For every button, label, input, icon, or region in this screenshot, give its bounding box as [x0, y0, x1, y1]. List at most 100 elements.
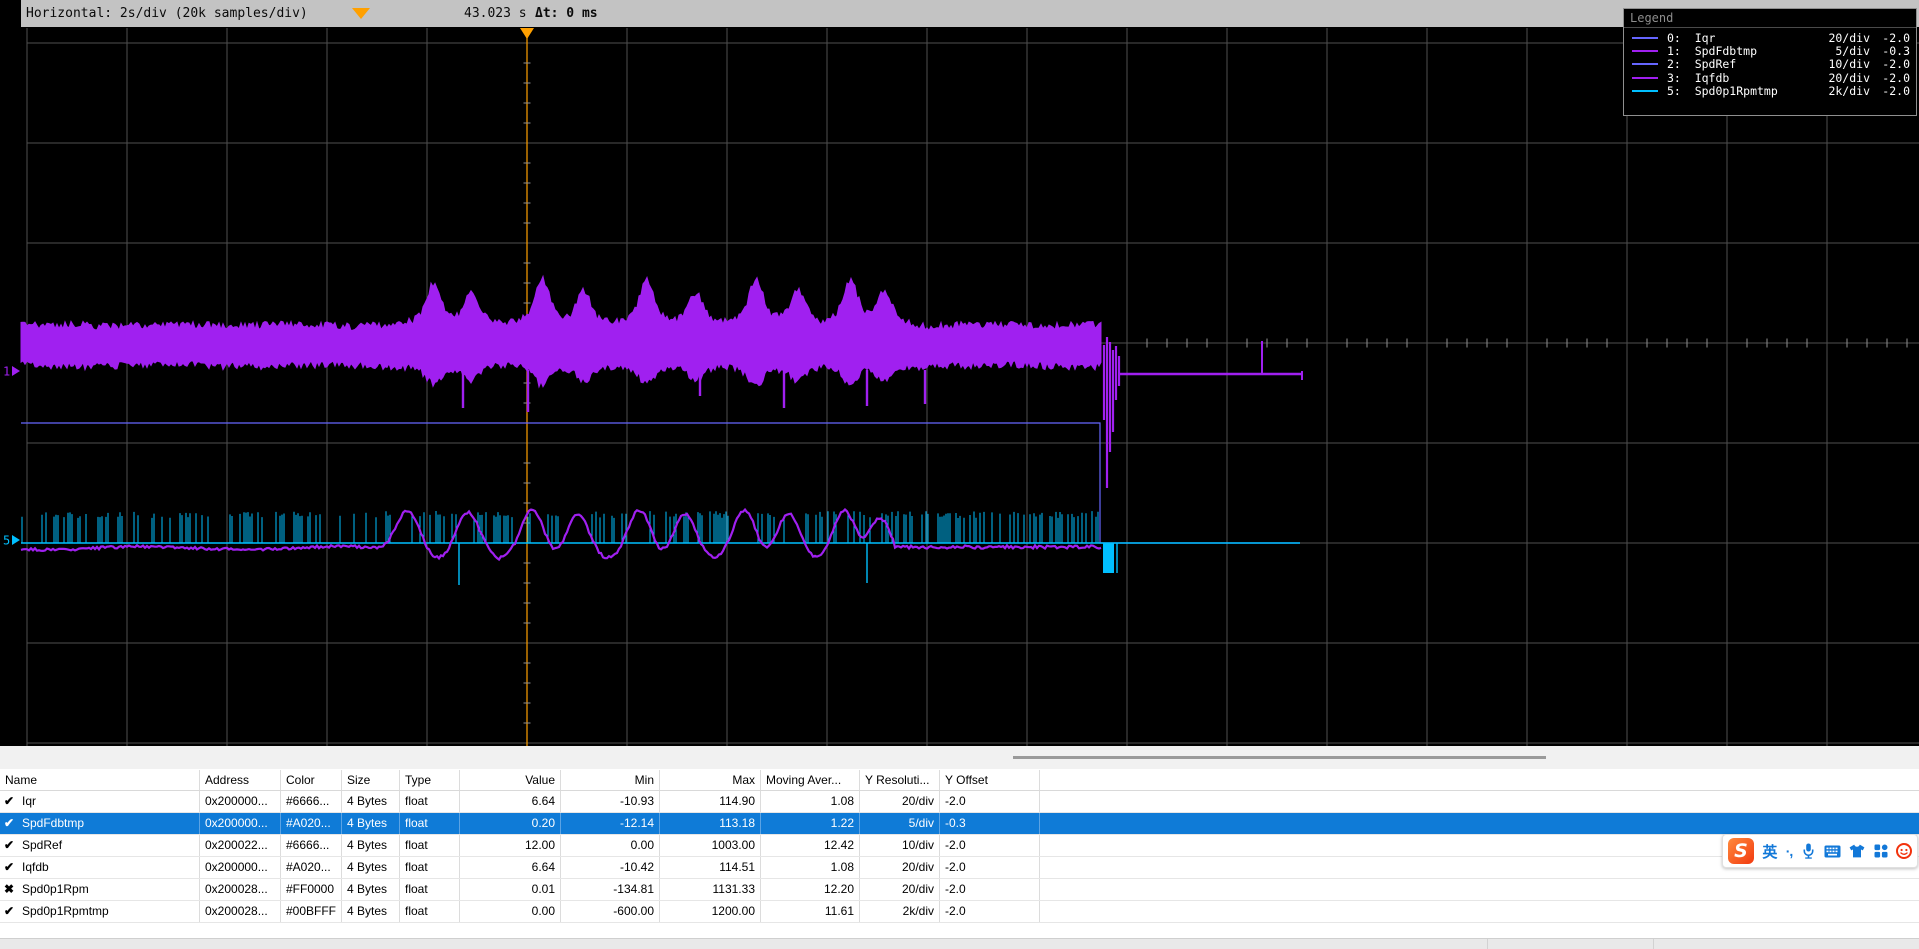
cell-value: 6.64 [460, 857, 561, 878]
cell-yres: 20/div [860, 857, 940, 878]
legend-panel[interactable]: Legend 0: Iqr20/div-2.01: SpdFdbtmp5/div… [1623, 8, 1917, 116]
grid-lines [27, 28, 1919, 746]
cell-value: 0.00 [460, 901, 561, 922]
cell-mavg: 1.08 [761, 857, 860, 878]
ime-punctuation-button[interactable]: ·, [1786, 843, 1793, 859]
sogou-logo-icon[interactable]: S [1728, 838, 1754, 864]
legend-item[interactable]: 2: SpdRef10/div-2.0 [1630, 58, 1910, 71]
cell-yoff: -2.0 [940, 835, 1040, 856]
cell-yoff: -2.0 [940, 879, 1040, 900]
ime-toolbar[interactable]: S 英 ·, [1722, 834, 1918, 868]
cell-color: #6666... [281, 835, 342, 856]
table-row-SpdFdbtmp[interactable]: ✔SpdFdbtmp0x200000...#A020...4 Bytesfloa… [0, 813, 1919, 835]
unchecked-icon[interactable]: ✖ [4, 879, 18, 900]
keyboard-icon[interactable] [1824, 845, 1841, 858]
table-row-Spd0p1Rpmtmp[interactable]: ✔Spd0p1Rpmtmp0x200028...#00BFFF4 Bytesfl… [0, 901, 1919, 923]
checked-icon[interactable]: ✔ [4, 857, 18, 878]
legend-item-label: 3: Iqfdb [1667, 71, 1812, 85]
cell-address: 0x200028... [200, 901, 281, 922]
legend-item[interactable]: 1: SpdFdbtmp5/div-0.3 [1630, 44, 1910, 57]
table-row-Iqr[interactable]: ✔Iqr0x200000...#6666...4 Bytesfloat6.64-… [0, 791, 1919, 813]
toolbox-grid-icon[interactable] [1874, 844, 1888, 858]
legend-item[interactable]: 5: Spd0p1Rpmtmp2k/div-2.0 [1630, 85, 1910, 98]
scrollbar-handle[interactable] [1013, 756, 1546, 759]
column-header-value[interactable]: Value [460, 770, 561, 790]
column-header-address[interactable]: Address [200, 770, 281, 790]
trigger-marker-icon[interactable] [352, 8, 370, 19]
checked-icon[interactable]: ✔ [4, 791, 18, 812]
legend-item-label: 2: SpdRef [1667, 57, 1812, 71]
watch-table-header: NameAddressColorSizeTypeValueMinMaxMovin… [0, 770, 1919, 791]
cell-address: 0x200022... [200, 835, 281, 856]
table-row-Iqfdb[interactable]: ✔Iqfdb0x200000...#A020...4 Bytesfloat6.6… [0, 857, 1919, 879]
status-bar-divider [1487, 939, 1488, 949]
column-header-type[interactable]: Type [400, 770, 460, 790]
legend-item-offset: -2.0 [1870, 31, 1910, 45]
column-header-name[interactable]: Name [0, 770, 200, 790]
trace-spdfdbtmp [21, 510, 1101, 560]
cell-size: 4 Bytes [342, 901, 400, 922]
channel-markers: 15 [3, 365, 20, 548]
legend-item-label: 0: Iqr [1667, 31, 1812, 45]
emoji-icon[interactable] [1896, 843, 1912, 859]
cell-address: 0x200000... [200, 791, 281, 812]
legend-item-scale: 2k/div [1812, 84, 1870, 98]
column-header-yoff[interactable]: Y Offset [940, 770, 1040, 790]
cell-yoff: -2.0 [940, 791, 1040, 812]
legend-body: 0: Iqr20/div-2.01: SpdFdbtmp5/div-0.32: … [1624, 28, 1916, 98]
column-header-yres[interactable]: Y Resoluti... [860, 770, 940, 790]
cell-size: 4 Bytes [342, 791, 400, 812]
column-header-color[interactable]: Color [281, 770, 342, 790]
cell-type: float [400, 835, 460, 856]
status-bar [0, 938, 1919, 949]
cell-yres: 20/div [860, 879, 940, 900]
cell-value: 12.00 [460, 835, 561, 856]
legend-item-offset: -0.3 [1870, 44, 1910, 58]
cell-type: float [400, 879, 460, 900]
variable-name: SpdFdbtmp [22, 813, 84, 834]
cell-yoff: -2.0 [940, 901, 1040, 922]
cell-address: 0x200028... [200, 879, 281, 900]
column-header-min[interactable]: Min [561, 770, 660, 790]
column-header-mavg[interactable]: Moving Aver... [761, 770, 860, 790]
legend-item[interactable]: 3: Iqfdb20/div-2.0 [1630, 71, 1910, 84]
cell-size: 4 Bytes [342, 857, 400, 878]
plot-horizontal-scrollbar[interactable] [0, 746, 1919, 769]
cell-type: float [400, 813, 460, 834]
legend-color-swatch [1632, 77, 1658, 79]
cell-value: 0.01 [460, 879, 561, 900]
horizontal-scale-label: Horizontal: 2s/div (20k samples/div) [26, 6, 308, 21]
microphone-icon[interactable] [1801, 843, 1816, 859]
cell-max: 114.51 [660, 857, 761, 878]
legend-item[interactable]: 0: Iqr20/div-2.0 [1630, 31, 1910, 44]
skin-shirt-icon[interactable] [1849, 844, 1865, 858]
checked-icon[interactable]: ✔ [4, 835, 18, 856]
legend-title: Legend [1624, 9, 1916, 28]
table-row-SpdRef[interactable]: ✔SpdRef0x200022...#6666...4 Bytesfloat12… [0, 835, 1919, 857]
watch-table: NameAddressColorSizeTypeValueMinMaxMovin… [0, 770, 1919, 923]
cell-max: 1131.33 [660, 879, 761, 900]
legend-item-offset: -2.0 [1870, 84, 1910, 98]
cell-color: #FF0000 [281, 879, 342, 900]
cell-yres: 10/div [860, 835, 940, 856]
delta-t-value: Δt: 0 ms [535, 6, 598, 21]
trace-iqfdb-band [21, 276, 1302, 488]
checked-icon[interactable]: ✔ [4, 813, 18, 834]
legend-color-swatch [1632, 50, 1658, 52]
legend-color-swatch [1632, 37, 1658, 39]
table-row-Spd0p1Rpm[interactable]: ✖Spd0p1Rpm 0x200028...#FF00004 Bytesfloat… [0, 879, 1919, 901]
checked-icon[interactable]: ✔ [4, 901, 18, 922]
cell-size: 4 Bytes [342, 879, 400, 900]
scope-plot-area[interactable]: 15 [0, 27, 1919, 746]
cell-mavg: 11.61 [761, 901, 860, 922]
cell-max: 114.90 [660, 791, 761, 812]
svg-text:1: 1 [3, 365, 10, 379]
cell-min: 0.00 [561, 835, 660, 856]
variable-name: Spd0p1Rpm [22, 879, 89, 900]
column-header-size[interactable]: Size [342, 770, 400, 790]
status-bar-divider [1653, 939, 1654, 949]
column-header-max[interactable]: Max [660, 770, 761, 790]
topbar-corner [0, 0, 21, 27]
ime-language-mode-button[interactable]: 英 [1762, 841, 1777, 862]
cell-max: 1200.00 [660, 901, 761, 922]
